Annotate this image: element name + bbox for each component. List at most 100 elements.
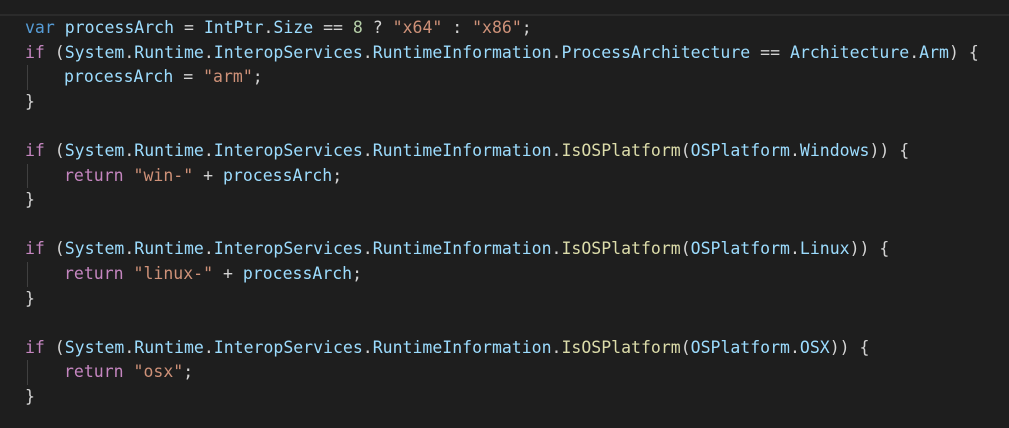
code-token: . (909, 42, 920, 62)
code-token: System (64, 337, 125, 357)
code-token: System (64, 42, 125, 62)
code-token: )) { (829, 337, 870, 357)
code-token: Arm (919, 42, 949, 62)
code-token: . (551, 239, 562, 259)
code-token: . (124, 239, 135, 259)
code-token: ; (332, 165, 343, 185)
code-token: processArch (64, 67, 174, 87)
code-line[interactable] (25, 213, 1005, 238)
code-token: processArch (222, 165, 333, 185)
code-token: = (174, 18, 204, 37)
code-token: . (362, 337, 373, 357)
code-line[interactable]: } (25, 385, 1005, 410)
code-line[interactable]: } (25, 188, 1005, 213)
code-token: Runtime (134, 239, 204, 259)
code-token: "x86" (472, 18, 522, 37)
code-token: ? (362, 18, 393, 37)
code-token: Runtime (134, 140, 204, 160)
code-token: Windows (799, 140, 870, 160)
code-line[interactable]: if (System.Runtime.InteropServices.Runti… (25, 237, 1005, 262)
code-line[interactable]: return "linux-" + processArch; (25, 261, 1005, 287)
code-editor[interactable]: var processArch = IntPtr.Size == 8 ? "x6… (0, 0, 1009, 428)
code-token: IsOSPlatform (561, 140, 681, 160)
code-token: . (124, 337, 135, 357)
code-token: "linux-" (133, 263, 214, 283)
code-token: return (64, 263, 124, 283)
code-token: . (789, 140, 800, 160)
code-token: } (25, 288, 35, 308)
code-token: var (25, 18, 55, 37)
code-token: Architecture (789, 42, 910, 62)
code-token: == (313, 18, 353, 37)
code-area[interactable]: var processArch = IntPtr.Size == 8 ? "x6… (25, 16, 1005, 410)
code-token: Size (273, 18, 314, 37)
code-token: if (25, 140, 45, 160)
code-token: ( (44, 337, 65, 357)
code-token: InteropServices (213, 42, 363, 62)
code-token: ( (44, 42, 65, 62)
code-token: == (750, 42, 790, 62)
code-line[interactable] (25, 311, 1005, 336)
code-line[interactable]: return "osx"; (25, 360, 1005, 385)
code-token: if (25, 239, 45, 259)
code-line[interactable]: if (System.Runtime.InteropServices.Runti… (25, 336, 1005, 361)
code-token: InteropServices (213, 337, 363, 357)
code-token: . (203, 239, 214, 259)
code-token: RuntimeInformation (372, 239, 552, 259)
code-token: . (551, 337, 562, 357)
code-line[interactable]: return "win-" + processArch; (25, 163, 1005, 189)
code-line[interactable] (25, 114, 1005, 139)
code-token: OSPlatform (690, 239, 790, 259)
code-token: 8 (352, 18, 363, 37)
code-token: . (362, 140, 373, 160)
code-line[interactable]: } (25, 287, 1005, 312)
indent-space (25, 261, 64, 287)
code-token: IsOSPlatform (561, 239, 681, 259)
code-token: = (173, 67, 204, 87)
code-token: . (789, 337, 800, 357)
code-token: ( (44, 140, 65, 160)
code-token: InteropServices (213, 140, 363, 160)
code-token: Runtime (134, 337, 204, 357)
code-token: . (263, 18, 274, 37)
code-token: ( (44, 239, 65, 259)
code-token: ( (680, 140, 691, 160)
code-token: IntPtr (203, 18, 264, 37)
code-line[interactable]: if (System.Runtime.InteropServices.Runti… (25, 41, 1005, 66)
code-token: RuntimeInformation (372, 140, 552, 160)
code-token: + (213, 263, 243, 283)
code-token: )) { (849, 239, 890, 259)
code-token: : (442, 18, 473, 37)
code-token: ( (680, 239, 691, 259)
indent-guide (27, 261, 28, 287)
code-token: return (64, 362, 124, 382)
code-token: . (203, 337, 214, 357)
code-token: } (25, 91, 35, 111)
code-token: ; (252, 67, 263, 87)
code-token: OSX (799, 337, 830, 357)
code-token: ( (680, 337, 691, 357)
code-line[interactable]: if (System.Runtime.InteropServices.Runti… (25, 139, 1005, 164)
code-token: + (193, 165, 223, 185)
code-line[interactable]: processArch = "arm"; (25, 65, 1005, 90)
code-token: ; (183, 362, 194, 382)
code-token: Runtime (134, 42, 204, 62)
code-token: . (124, 140, 135, 160)
code-line[interactable]: var processArch = IntPtr.Size == 8 ? "x6… (25, 16, 1005, 41)
code-token: ProcessArchitecture (561, 42, 751, 62)
code-token: . (124, 42, 135, 62)
code-token: Linux (799, 239, 850, 259)
code-token: RuntimeInformation (372, 337, 552, 357)
code-token: if (25, 42, 45, 62)
code-token: "win-" (133, 165, 194, 185)
code-token: RuntimeInformation (372, 42, 552, 62)
code-token: OSPlatform (690, 140, 790, 160)
indent-space (25, 163, 64, 189)
code-token: OSPlatform (690, 337, 790, 357)
code-token: IsOSPlatform (561, 337, 681, 357)
code-line[interactable]: } (25, 90, 1005, 115)
code-token: "arm" (203, 67, 253, 87)
